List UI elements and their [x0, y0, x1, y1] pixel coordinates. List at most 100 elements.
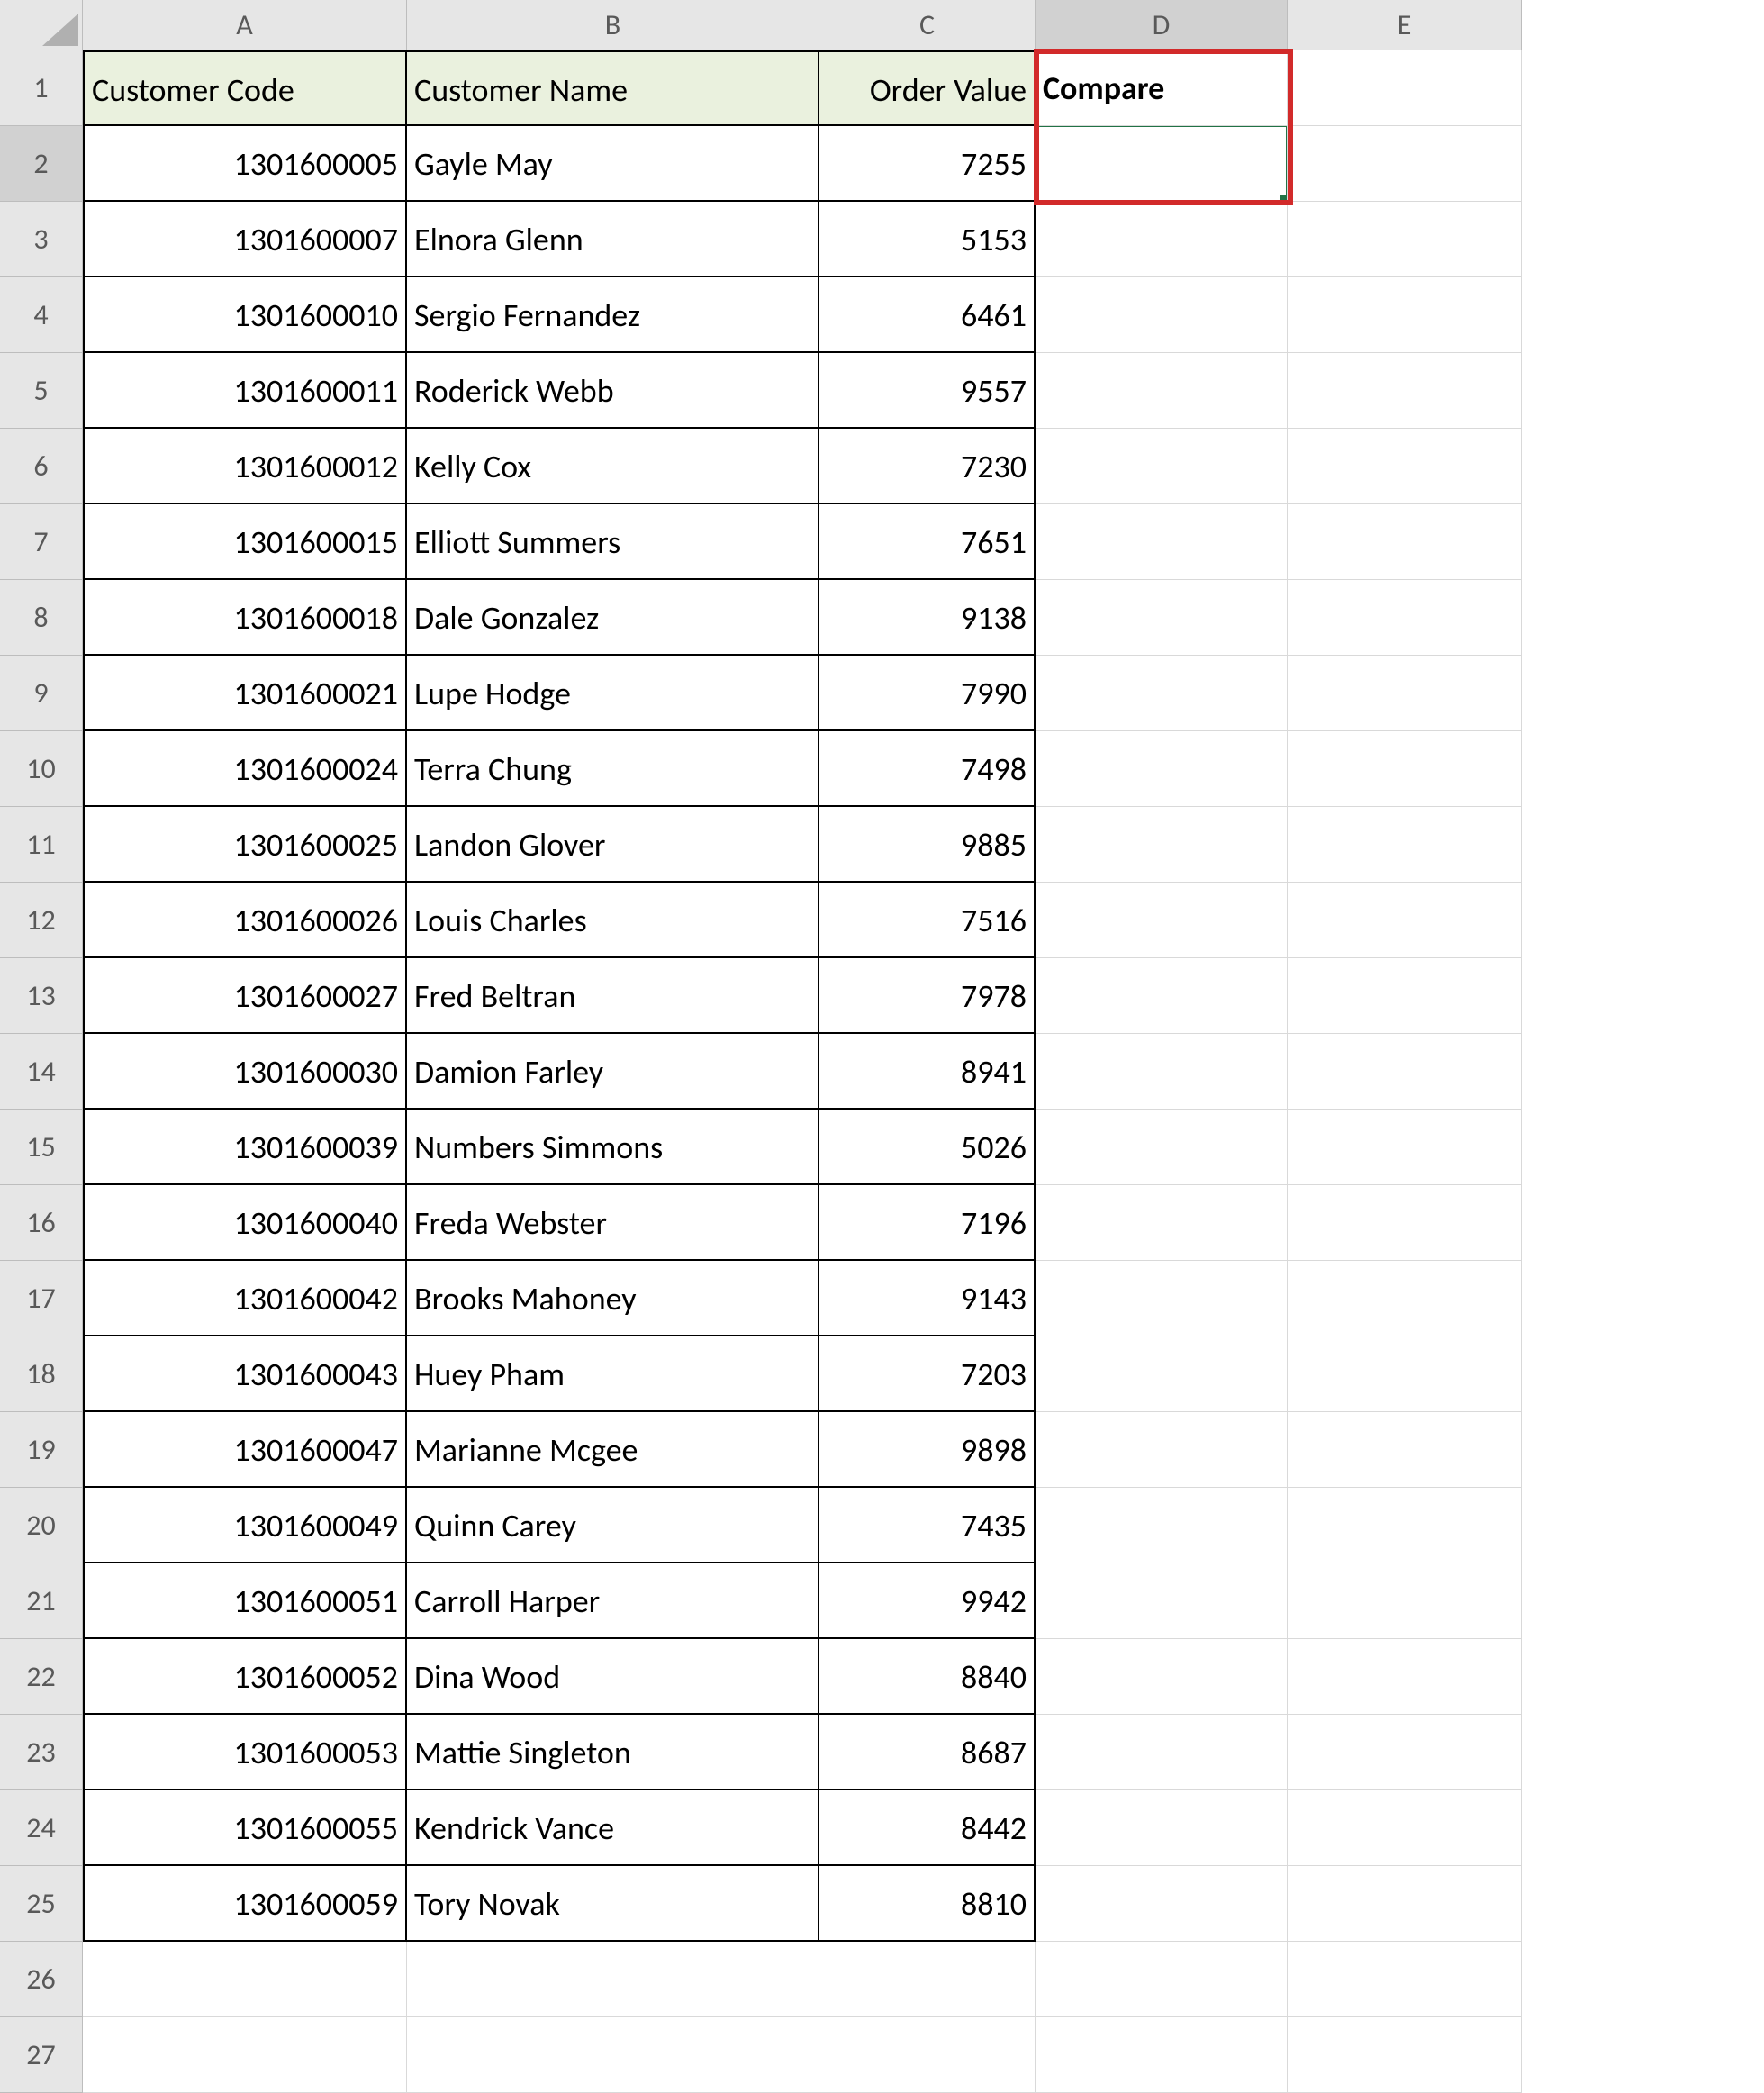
cell-C26[interactable]	[819, 1942, 1036, 2017]
row-header-7[interactable]: 7	[0, 504, 83, 580]
cell-A27[interactable]	[83, 2017, 407, 2093]
cell-D25[interactable]	[1036, 1866, 1288, 1942]
cell-E27[interactable]	[1288, 2017, 1522, 2093]
cell-A26[interactable]	[83, 1942, 407, 2017]
row-header-8[interactable]: 8	[0, 580, 83, 656]
cell-customer-code-r24[interactable]: 1301600055	[83, 1790, 407, 1866]
row-header-11[interactable]: 11	[0, 807, 83, 883]
cell-customer-code-r18[interactable]: 1301600043	[83, 1336, 407, 1412]
cell-customer-code-r20[interactable]: 1301600049	[83, 1488, 407, 1563]
row-header-16[interactable]: 16	[0, 1185, 83, 1261]
cell-order-value-r12[interactable]: 7516	[819, 883, 1036, 958]
row-header-19[interactable]: 19	[0, 1412, 83, 1488]
cell-D22[interactable]	[1036, 1639, 1288, 1715]
cell-C27[interactable]	[819, 2017, 1036, 2093]
cell-E3[interactable]	[1288, 202, 1522, 277]
cell-customer-name-r19[interactable]: Marianne Mcgee	[407, 1412, 819, 1488]
cell-customer-code-r10[interactable]: 1301600024	[83, 731, 407, 807]
cell-order-value-r8[interactable]: 9138	[819, 580, 1036, 656]
cell-order-value-r24[interactable]: 8442	[819, 1790, 1036, 1866]
cell-customer-name-r12[interactable]: Louis Charles	[407, 883, 819, 958]
row-header-6[interactable]: 6	[0, 429, 83, 504]
cell-order-value-r25[interactable]: 8810	[819, 1866, 1036, 1942]
cell-customer-name-r21[interactable]: Carroll Harper	[407, 1563, 819, 1639]
row-header-25[interactable]: 25	[0, 1866, 83, 1942]
cell-E13[interactable]	[1288, 958, 1522, 1034]
cell-D24[interactable]	[1036, 1790, 1288, 1866]
cell-order-value-r11[interactable]: 9885	[819, 807, 1036, 883]
cell-D18[interactable]	[1036, 1336, 1288, 1412]
cell-order-value-r15[interactable]: 5026	[819, 1110, 1036, 1185]
cell-customer-code-r15[interactable]: 1301600039	[83, 1110, 407, 1185]
header-order-value[interactable]: Order Value	[819, 50, 1036, 126]
cell-customer-name-r14[interactable]: Damion Farley	[407, 1034, 819, 1110]
row-header-10[interactable]: 10	[0, 731, 83, 807]
row-header-15[interactable]: 15	[0, 1110, 83, 1185]
header-customer-name[interactable]: Customer Name	[407, 50, 819, 126]
spreadsheet[interactable]: ABCDE1Customer CodeCustomer NameOrder Va…	[0, 0, 1522, 2093]
cell-D8[interactable]	[1036, 580, 1288, 656]
cell-E15[interactable]	[1288, 1110, 1522, 1185]
cell-customer-code-r22[interactable]: 1301600052	[83, 1639, 407, 1715]
cell-order-value-r18[interactable]: 7203	[819, 1336, 1036, 1412]
cell-order-value-r13[interactable]: 7978	[819, 958, 1036, 1034]
cell-D17[interactable]	[1036, 1261, 1288, 1336]
cell-D26[interactable]	[1036, 1942, 1288, 2017]
cell-customer-code-r7[interactable]: 1301600015	[83, 504, 407, 580]
row-header-22[interactable]: 22	[0, 1639, 83, 1715]
cell-E21[interactable]	[1288, 1563, 1522, 1639]
col-header-D[interactable]: D	[1036, 0, 1288, 50]
cell-customer-code-r11[interactable]: 1301600025	[83, 807, 407, 883]
cell-customer-name-r23[interactable]: Mattie Singleton	[407, 1715, 819, 1790]
cell-customer-code-r12[interactable]: 1301600026	[83, 883, 407, 958]
cell-D19[interactable]	[1036, 1412, 1288, 1488]
cell-D9[interactable]	[1036, 656, 1288, 731]
cell-E6[interactable]	[1288, 429, 1522, 504]
header-compare[interactable]: Compare	[1036, 50, 1288, 126]
row-header-17[interactable]: 17	[0, 1261, 83, 1336]
cell-E18[interactable]	[1288, 1336, 1522, 1412]
cell-E1[interactable]	[1288, 50, 1522, 126]
cell-order-value-r6[interactable]: 7230	[819, 429, 1036, 504]
cell-customer-code-r2[interactable]: 1301600005	[83, 126, 407, 202]
cell-customer-code-r16[interactable]: 1301600040	[83, 1185, 407, 1261]
row-header-18[interactable]: 18	[0, 1336, 83, 1412]
cell-E10[interactable]	[1288, 731, 1522, 807]
col-header-C[interactable]: C	[819, 0, 1036, 50]
cell-customer-name-r7[interactable]: Elliott Summers	[407, 504, 819, 580]
cell-order-value-r7[interactable]: 7651	[819, 504, 1036, 580]
row-header-26[interactable]: 26	[0, 1942, 83, 2017]
cell-E26[interactable]	[1288, 1942, 1522, 2017]
row-header-20[interactable]: 20	[0, 1488, 83, 1563]
cell-order-value-r21[interactable]: 9942	[819, 1563, 1036, 1639]
cell-customer-name-r25[interactable]: Tory Novak	[407, 1866, 819, 1942]
cell-E9[interactable]	[1288, 656, 1522, 731]
cell-D23[interactable]	[1036, 1715, 1288, 1790]
row-header-1[interactable]: 1	[0, 50, 83, 126]
cell-customer-name-r10[interactable]: Terra Chung	[407, 731, 819, 807]
select-all-triangle[interactable]	[0, 0, 83, 50]
cell-E2[interactable]	[1288, 126, 1522, 202]
row-header-9[interactable]: 9	[0, 656, 83, 731]
cell-E16[interactable]	[1288, 1185, 1522, 1261]
cell-E24[interactable]	[1288, 1790, 1522, 1866]
cell-customer-name-r13[interactable]: Fred Beltran	[407, 958, 819, 1034]
cell-E23[interactable]	[1288, 1715, 1522, 1790]
cell-D7[interactable]	[1036, 504, 1288, 580]
cell-D27[interactable]	[1036, 2017, 1288, 2093]
cell-order-value-r2[interactable]: 7255	[819, 126, 1036, 202]
cell-D12[interactable]	[1036, 883, 1288, 958]
row-header-3[interactable]: 3	[0, 202, 83, 277]
cell-order-value-r4[interactable]: 6461	[819, 277, 1036, 353]
cell-E7[interactable]	[1288, 504, 1522, 580]
cell-E12[interactable]	[1288, 883, 1522, 958]
cell-B26[interactable]	[407, 1942, 819, 2017]
cell-order-value-r19[interactable]: 9898	[819, 1412, 1036, 1488]
cell-D15[interactable]	[1036, 1110, 1288, 1185]
header-customer-code[interactable]: Customer Code	[83, 50, 407, 126]
cell-order-value-r3[interactable]: 5153	[819, 202, 1036, 277]
cell-customer-name-r16[interactable]: Freda Webster	[407, 1185, 819, 1261]
grid[interactable]: ABCDE1Customer CodeCustomer NameOrder Va…	[0, 0, 1522, 2093]
row-header-24[interactable]: 24	[0, 1790, 83, 1866]
cell-customer-code-r5[interactable]: 1301600011	[83, 353, 407, 429]
